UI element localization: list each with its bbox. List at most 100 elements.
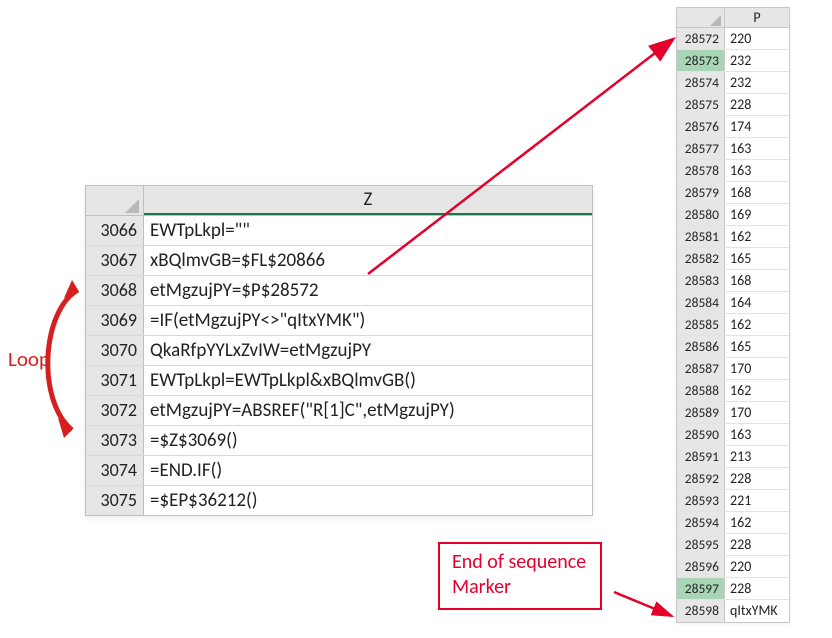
cell[interactable]: =$Z$3069() — [144, 426, 592, 455]
row-header[interactable]: 28581 — [677, 226, 725, 247]
table-row: 28590163 — [677, 424, 789, 446]
cell[interactable]: qItxYMK — [725, 600, 789, 622]
row-header[interactable]: 28588 — [677, 380, 725, 401]
table-row: 3075=$EP$36212() — [86, 486, 592, 515]
right-header-row: P — [677, 8, 789, 28]
table-row: 3073=$Z$3069() — [86, 426, 592, 456]
row-header[interactable]: 28579 — [677, 182, 725, 203]
row-header[interactable]: 28592 — [677, 468, 725, 489]
row-header[interactable]: 28598 — [677, 600, 725, 622]
cell[interactable]: xBQlmvGB=$FL$20866 — [144, 246, 592, 275]
cell[interactable]: 162 — [725, 314, 789, 335]
row-header[interactable]: 28577 — [677, 138, 725, 159]
table-row: 28598qItxYMK — [677, 600, 789, 622]
table-row: 28578163 — [677, 160, 789, 182]
cell[interactable]: 163 — [725, 424, 789, 445]
triangle-icon — [710, 15, 721, 26]
cell[interactable]: 174 — [725, 116, 789, 137]
cell[interactable]: 168 — [725, 182, 789, 203]
row-header[interactable]: 28573 — [677, 50, 725, 71]
triangle-icon — [125, 199, 139, 213]
left-spreadsheet: Z 3066EWTpLkpl=""3067xBQlmvGB=$FL$208663… — [85, 185, 593, 516]
table-row: 28591213 — [677, 446, 789, 468]
row-header[interactable]: 28591 — [677, 446, 725, 467]
row-header[interactable]: 28580 — [677, 204, 725, 225]
row-header[interactable]: 3068 — [86, 276, 144, 305]
row-header[interactable]: 28597 — [677, 578, 725, 599]
row-header[interactable]: 28594 — [677, 512, 725, 533]
column-header-z[interactable]: Z — [144, 186, 592, 215]
table-row: 3068etMgzujPY=$P$28572 — [86, 276, 592, 306]
cell[interactable]: 221 — [725, 490, 789, 511]
row-header[interactable]: 28572 — [677, 28, 725, 49]
cell[interactable]: 228 — [725, 468, 789, 489]
cell[interactable]: etMgzujPY=$P$28572 — [144, 276, 592, 305]
row-header[interactable]: 28576 — [677, 116, 725, 137]
row-header[interactable]: 28584 — [677, 292, 725, 313]
table-row: 28579168 — [677, 182, 789, 204]
cell[interactable]: 165 — [725, 336, 789, 357]
cell[interactable]: 170 — [725, 402, 789, 423]
row-header[interactable]: 3074 — [86, 456, 144, 485]
row-header[interactable]: 28589 — [677, 402, 725, 423]
row-header[interactable]: 28575 — [677, 94, 725, 115]
row-header[interactable]: 3072 — [86, 396, 144, 425]
cell[interactable]: =$EP$36212() — [144, 486, 592, 515]
cell[interactable]: 169 — [725, 204, 789, 225]
table-row: 28572220 — [677, 28, 789, 50]
cell[interactable]: 165 — [725, 248, 789, 269]
row-header[interactable]: 3067 — [86, 246, 144, 275]
select-all-triangle-right[interactable] — [677, 8, 725, 27]
row-header[interactable]: 28585 — [677, 314, 725, 335]
table-row: 3066EWTpLkpl="" — [86, 216, 592, 246]
row-header[interactable]: 28587 — [677, 358, 725, 379]
cell[interactable]: 228 — [725, 534, 789, 555]
cell[interactable]: 232 — [725, 50, 789, 71]
row-header[interactable]: 3075 — [86, 486, 144, 515]
row-header[interactable]: 28595 — [677, 534, 725, 555]
select-all-triangle-left[interactable] — [86, 186, 144, 215]
table-row: 28581162 — [677, 226, 789, 248]
row-header[interactable]: 3073 — [86, 426, 144, 455]
cell[interactable]: 162 — [725, 512, 789, 533]
cell[interactable]: 232 — [725, 72, 789, 93]
cell[interactable]: EWTpLkpl=EWTpLkpl&xBQlmvGB() — [144, 366, 592, 395]
table-row: 28596220 — [677, 556, 789, 578]
table-row: 28576174 — [677, 116, 789, 138]
cell[interactable]: 168 — [725, 270, 789, 291]
cell[interactable]: 213 — [725, 446, 789, 467]
row-header[interactable]: 28582 — [677, 248, 725, 269]
column-header-p[interactable]: P — [725, 8, 789, 27]
row-header[interactable]: 3070 — [86, 336, 144, 365]
row-header[interactable]: 28583 — [677, 270, 725, 291]
row-header[interactable]: 3071 — [86, 366, 144, 395]
table-row: 28585162 — [677, 314, 789, 336]
row-header[interactable]: 28593 — [677, 490, 725, 511]
row-header[interactable]: 28596 — [677, 556, 725, 577]
row-header[interactable]: 3066 — [86, 216, 144, 245]
cell[interactable]: QkaRfpYYLxZvIW=etMgzujPY — [144, 336, 592, 365]
row-header[interactable]: 28574 — [677, 72, 725, 93]
table-row: 28577163 — [677, 138, 789, 160]
cell[interactable]: =IF(etMgzujPY<>"qItxYMK") — [144, 306, 592, 335]
cell[interactable]: 228 — [725, 94, 789, 115]
row-header[interactable]: 28578 — [677, 160, 725, 181]
row-header[interactable]: 28586 — [677, 336, 725, 357]
row-header[interactable]: 3069 — [86, 306, 144, 335]
cell[interactable]: 163 — [725, 160, 789, 181]
left-header-row: Z — [86, 186, 592, 216]
cell[interactable]: 228 — [725, 578, 789, 599]
cell[interactable]: 170 — [725, 358, 789, 379]
cell[interactable]: 162 — [725, 380, 789, 401]
cell[interactable]: 162 — [725, 226, 789, 247]
row-header[interactable]: 28590 — [677, 424, 725, 445]
table-row: 28589170 — [677, 402, 789, 424]
loop-annotation: Loop — [8, 346, 50, 372]
cell[interactable]: EWTpLkpl="" — [144, 216, 592, 245]
cell[interactable]: 164 — [725, 292, 789, 313]
cell[interactable]: etMgzujPY=ABSREF("R[1]C",etMgzujPY) — [144, 396, 592, 425]
cell[interactable]: 220 — [725, 556, 789, 577]
cell[interactable]: 163 — [725, 138, 789, 159]
cell[interactable]: 220 — [725, 28, 789, 49]
cell[interactable]: =END.IF() — [144, 456, 592, 485]
